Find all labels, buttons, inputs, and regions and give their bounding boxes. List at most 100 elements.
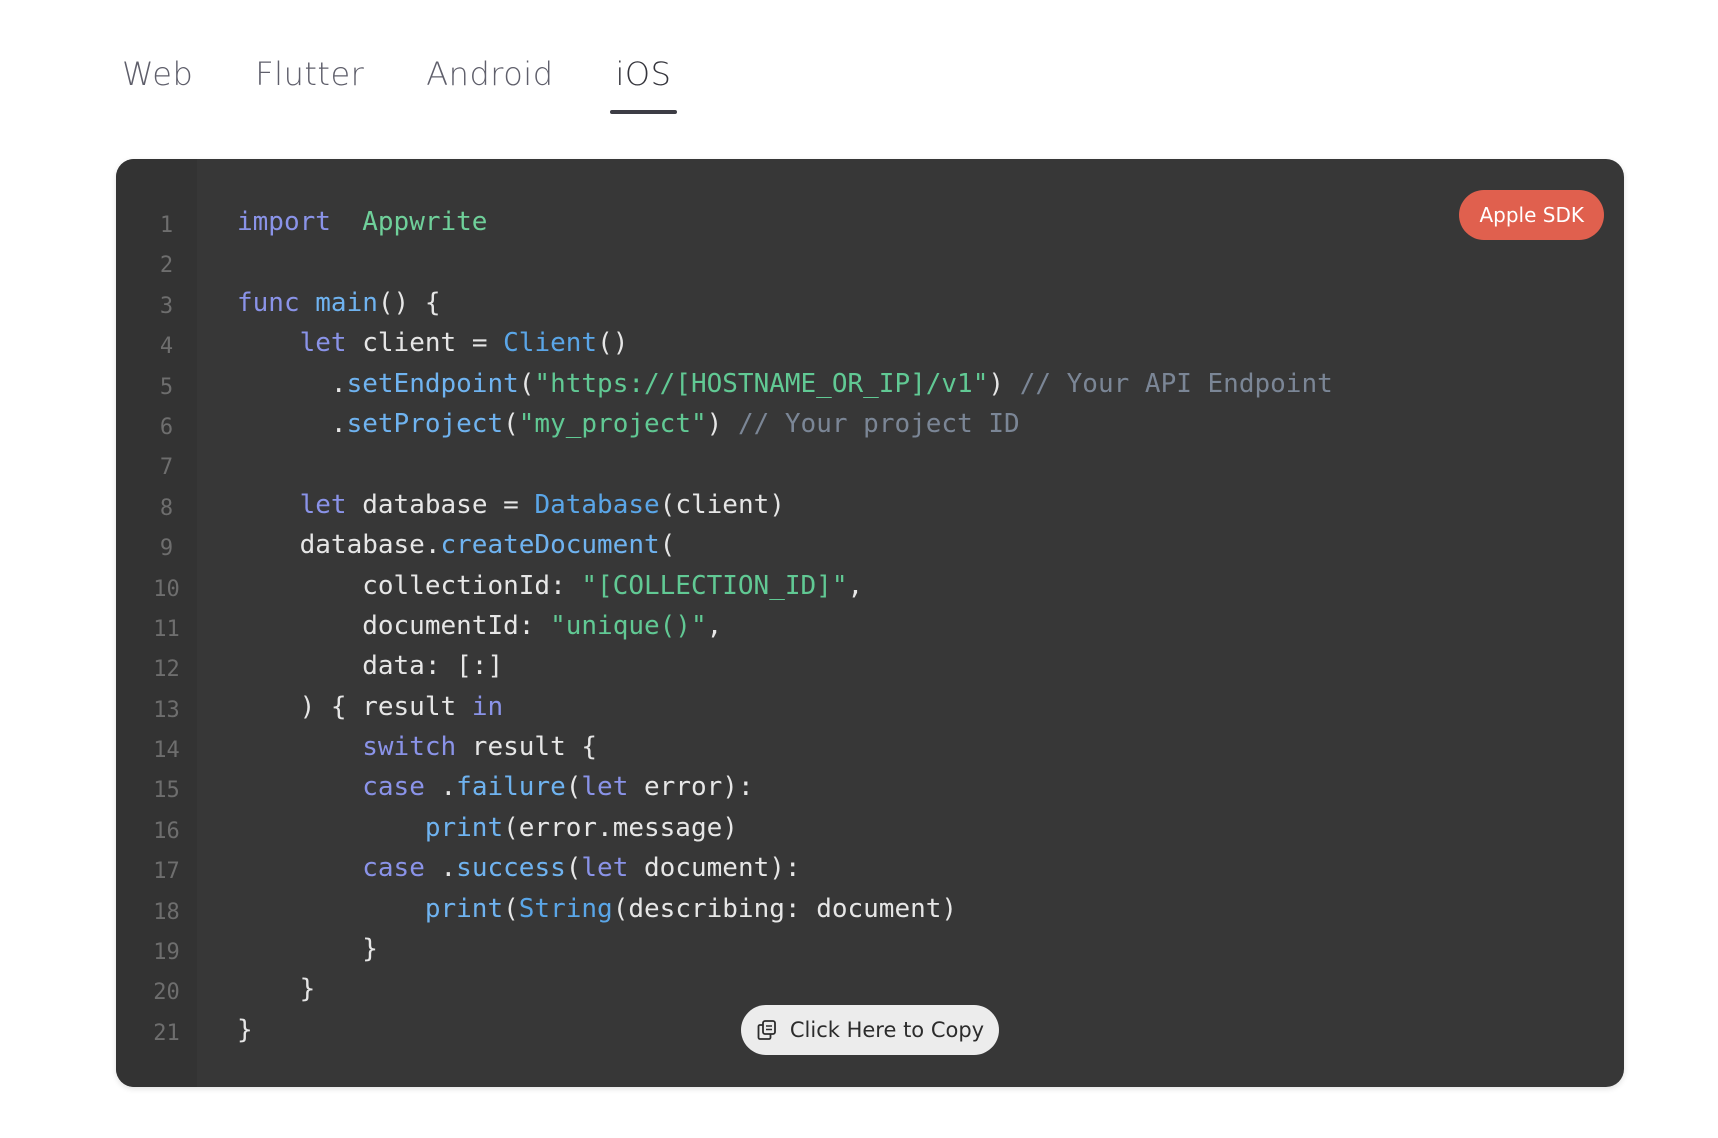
line-number: 3 (159, 293, 174, 319)
tab-flutter[interactable]: Flutter (249, 40, 370, 114)
code-token: . (237, 408, 347, 439)
sdk-badge[interactable]: Apple SDK (1459, 190, 1604, 240)
code-token: // Your project ID (737, 408, 1020, 439)
code-token: ( (565, 853, 582, 884)
line-number: 1 (159, 213, 174, 238)
code-line: func main() { (237, 283, 1333, 323)
code-token: String (518, 893, 613, 924)
code-token: client = (346, 328, 504, 359)
line-number: 10 (153, 576, 180, 602)
code-token: ( (659, 530, 676, 561)
line-number: 11 (153, 616, 180, 642)
code-token: } (237, 1014, 253, 1045)
code-token: setProject (346, 408, 504, 439)
platform-tabs: Web Flutter Android iOS (116, 40, 727, 120)
code-token: success (456, 853, 566, 884)
code-token: "my_project" (518, 408, 707, 439)
code-token: let (299, 489, 347, 520)
code-token: Client (503, 328, 598, 359)
code-token: "unique()" (550, 610, 707, 641)
code-token: , (706, 610, 723, 641)
code-token: ( (503, 408, 519, 439)
line-number: 16 (153, 818, 180, 844)
code-token: ( (518, 368, 535, 399)
code-line: collectionId: "[COLLECTION_ID]", (237, 566, 1333, 606)
line-number: 4 (159, 334, 174, 360)
copy-button[interactable]: Click Here to Copy (741, 1005, 999, 1055)
code-line: print(String(describing: document) (237, 889, 1333, 929)
code-token: ) (988, 368, 1020, 399)
code-token: in (471, 691, 504, 722)
line-number: 12 (153, 657, 180, 683)
line-number: 2 (159, 253, 174, 279)
code-token: let (581, 853, 629, 884)
line-number: 15 (153, 778, 180, 804)
code-line: .setProject("my_project") // Your projec… (237, 404, 1333, 444)
code-line: database.createDocument( (237, 525, 1333, 565)
code-token: documentId: (237, 610, 551, 641)
code-block: 1 2 3 4 5 6 7 8 9 10 11 12 13 14 15 16 17 18 19 20 21 import… (116, 159, 1624, 1087)
tab-android[interactable]: Android (420, 40, 559, 114)
code-token: main (315, 287, 378, 318)
code-token: createDocument (440, 530, 660, 561)
code-token: ( (565, 772, 582, 803)
code-line: print(error.message) (237, 808, 1333, 848)
code-token: "[COLLECTION_ID]" (581, 570, 848, 601)
code-token: switch (362, 732, 457, 763)
copy-button-label: Click Here to Copy (789, 1018, 985, 1042)
code-token: ) { result (237, 691, 472, 722)
code-token: ( (503, 893, 519, 924)
tab-web[interactable]: Web (116, 40, 199, 114)
code-line: .setEndpoint("https://[HOSTNAME_OR_IP]/v… (237, 364, 1333, 404)
line-number: 21 (153, 1020, 180, 1046)
code-token: import (237, 207, 331, 237)
code-content: import Appwrite func main() { let client… (237, 202, 1333, 1050)
line-number: 6 (159, 414, 174, 440)
code-token: . (424, 853, 457, 884)
code-token: collectionId: (237, 570, 582, 601)
line-number: 13 (153, 697, 180, 723)
code-token: let (299, 328, 347, 359)
code-token: Database (534, 489, 660, 520)
line-number: 20 (153, 980, 180, 1006)
copy-icon (756, 1019, 778, 1041)
line-number: 17 (153, 859, 180, 885)
code-token: Appwrite (362, 207, 488, 237)
code-token: . (424, 772, 457, 803)
code-line: ) { result in (237, 687, 1333, 727)
line-number: 9 (159, 536, 174, 562)
code-token: document): (628, 853, 801, 884)
code-line: case .failure(let error): (237, 767, 1333, 807)
code-line: let database = Database(client) (237, 485, 1333, 525)
code-token: print (424, 812, 504, 843)
line-number: 19 (153, 940, 180, 966)
line-number: 8 (159, 495, 174, 521)
code-token: "https://[HOSTNAME_OR_IP]/v1" (534, 368, 989, 399)
code-line: import Appwrite (237, 202, 1333, 242)
code-token: database = (346, 489, 535, 520)
tab-ios[interactable]: iOS (609, 40, 678, 114)
code-token: (describing: document) (612, 893, 958, 924)
code-token: , (847, 570, 864, 601)
code-token: result { (456, 732, 598, 763)
code-token: print (424, 893, 504, 924)
code-token: (error.message) (503, 812, 738, 843)
code-line: documentId: "unique()", (237, 606, 1333, 646)
line-numbers: 1 2 3 4 5 6 7 8 9 10 11 12 13 14 15 16 17 18 19 20 21 (116, 206, 197, 1054)
line-number: 14 (153, 738, 180, 764)
line-number: 5 (159, 374, 174, 400)
code-line: let client = Client() (237, 323, 1333, 363)
code-line: data: [:] (237, 646, 1333, 686)
code-token: let (581, 772, 629, 803)
line-number: 18 (153, 899, 180, 925)
code-token: data: [:] (237, 651, 504, 682)
